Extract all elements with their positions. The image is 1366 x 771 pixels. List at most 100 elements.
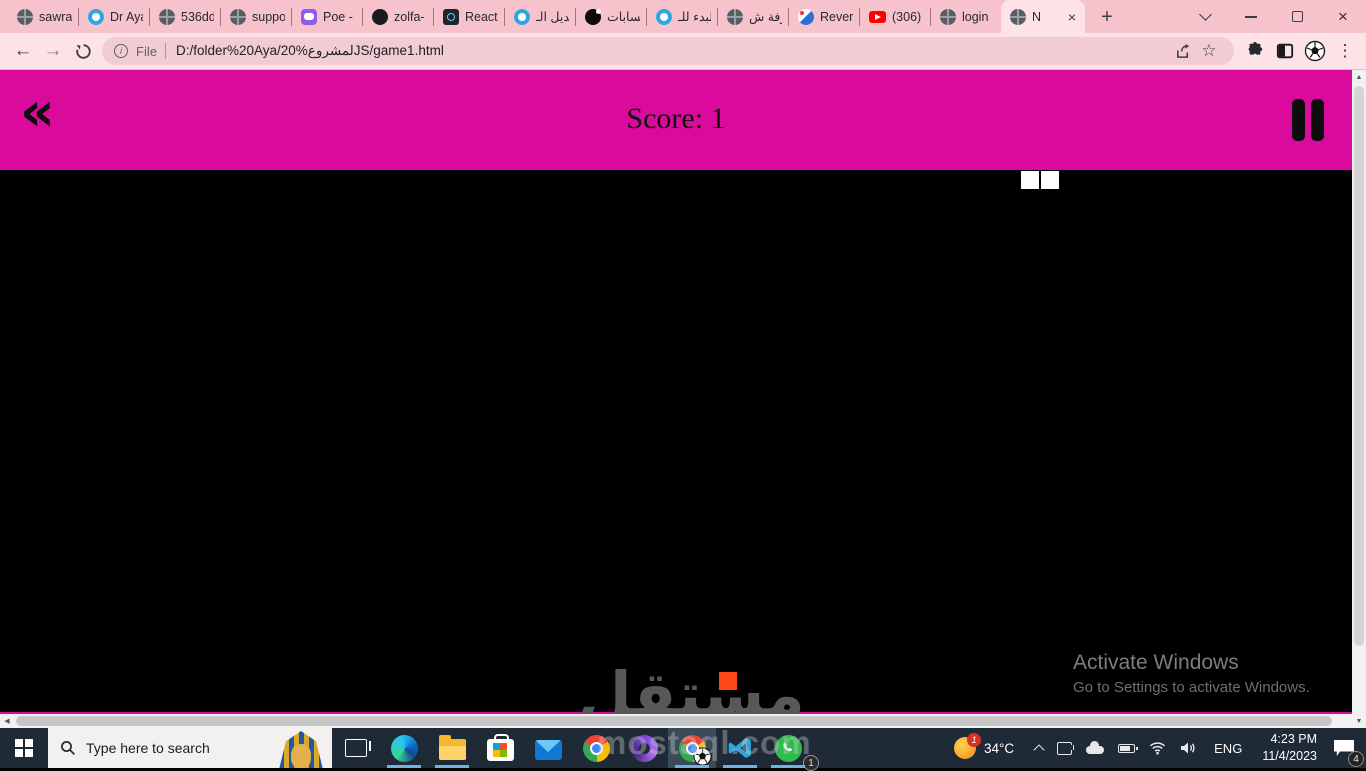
globe-favicon bbox=[1010, 8, 1026, 25]
reload-button[interactable] bbox=[68, 36, 98, 66]
taskbar-mail[interactable] bbox=[524, 728, 572, 768]
tab-label: zolfa- bbox=[394, 9, 425, 24]
tab-label: login bbox=[962, 9, 989, 24]
chevron-up-icon bbox=[1033, 743, 1045, 756]
tab-reverso[interactable]: Revers bbox=[789, 0, 859, 33]
tray-notifications[interactable]: 4 bbox=[1327, 728, 1366, 768]
tab-label: 536dd bbox=[181, 9, 214, 24]
tray-clock[interactable]: 4:23 PM 11/4/2023 bbox=[1252, 728, 1327, 768]
bookmark-button[interactable]: ☆ bbox=[1196, 38, 1222, 64]
tab-albad[interactable]: البدء للـ bbox=[647, 0, 717, 33]
close-icon: × bbox=[1338, 6, 1348, 26]
scroll-left-icon[interactable]: ◀ bbox=[0, 714, 14, 728]
scroll-down-icon[interactable]: ▼ bbox=[1352, 714, 1366, 728]
taskbar-chrome-active[interactable] bbox=[668, 728, 716, 768]
browser-toolbar: ← → i File D:/folder%20Aya/20%لمشروعJS/g… bbox=[0, 33, 1366, 70]
activate-line2: Go to Settings to activate Windows. bbox=[1073, 679, 1310, 696]
start-button[interactable] bbox=[0, 728, 48, 768]
tab-close-icon[interactable]: × bbox=[1065, 9, 1079, 25]
window-restore-button[interactable] bbox=[1274, 0, 1320, 33]
mail-icon bbox=[534, 740, 562, 760]
side-panel-icon bbox=[1276, 43, 1294, 59]
horizontal-scroll-thumb[interactable] bbox=[16, 716, 1332, 726]
restore-icon bbox=[1291, 8, 1308, 22]
back-button[interactable]: ← bbox=[8, 36, 38, 66]
minimize-icon bbox=[1245, 15, 1257, 18]
menu-button[interactable]: ⋮ bbox=[1330, 36, 1360, 66]
tray-volume[interactable] bbox=[1173, 728, 1204, 768]
activate-line1: Activate Windows bbox=[1073, 651, 1239, 674]
poe-favicon bbox=[301, 8, 317, 25]
speaker-icon bbox=[1181, 742, 1195, 754]
page-info-icon[interactable]: i bbox=[114, 44, 128, 58]
task-view-icon bbox=[345, 739, 371, 757]
new-tab-button[interactable]: + bbox=[1093, 3, 1121, 31]
share-button[interactable] bbox=[1170, 38, 1196, 64]
taskbar-edge[interactable] bbox=[380, 728, 428, 768]
horizontal-scrollbar[interactable]: ◀ bbox=[0, 714, 1352, 728]
scroll-up-icon[interactable]: ▲ bbox=[1352, 70, 1366, 84]
globe-favicon bbox=[17, 8, 33, 25]
tab-label: (306) bbox=[892, 9, 922, 24]
tray-show-hidden-icons[interactable] bbox=[1028, 728, 1050, 768]
pause-button[interactable] bbox=[1292, 99, 1324, 141]
window-minimize-button[interactable] bbox=[1228, 0, 1274, 33]
side-panel-button[interactable] bbox=[1270, 36, 1300, 66]
office-icon bbox=[630, 734, 658, 762]
tray-weather[interactable]: 1 34°C bbox=[947, 728, 1028, 768]
taskbar-whatsapp[interactable]: 1 bbox=[764, 728, 819, 771]
tab-label: N bbox=[1032, 9, 1042, 24]
tab-youtube[interactable]: (306) bbox=[860, 0, 930, 33]
tab-hisabat[interactable]: حسابات bbox=[576, 0, 646, 33]
taskbar-store[interactable] bbox=[476, 728, 524, 768]
tray-wifi[interactable] bbox=[1142, 728, 1173, 768]
tab-536dd[interactable]: 536dd bbox=[150, 0, 220, 33]
tray-tablet-button[interactable] bbox=[1050, 728, 1079, 768]
omnibox-divider bbox=[164, 43, 166, 59]
reverso-favicon bbox=[798, 8, 814, 25]
taskbar-spacer bbox=[812, 728, 947, 768]
tray-onedrive[interactable] bbox=[1079, 728, 1111, 768]
tab-poe[interactable]: Poe - bbox=[292, 0, 362, 33]
vertical-scrollbar[interactable]: ▲ ▼ bbox=[1352, 70, 1366, 728]
taskbar-file-explorer[interactable] bbox=[428, 728, 476, 768]
tab-label: Dr Aya bbox=[110, 9, 143, 24]
tab-dr-aya[interactable]: Dr Aya bbox=[79, 0, 149, 33]
chevron-down-icon bbox=[1198, 8, 1212, 21]
task-view-button[interactable] bbox=[332, 728, 380, 768]
tab-suppo[interactable]: suppo bbox=[221, 0, 291, 33]
tab-sawra[interactable]: sawra bbox=[8, 0, 78, 33]
tray-battery[interactable] bbox=[1111, 728, 1142, 768]
mostaql-watermark-arabic: مستقل bbox=[578, 658, 805, 714]
tab-react[interactable]: React bbox=[434, 0, 504, 33]
tab-zolfa[interactable]: zolfa- bbox=[363, 0, 433, 33]
clock-date: 11/4/2023 bbox=[1262, 749, 1317, 763]
window-close-button[interactable]: × bbox=[1320, 0, 1366, 33]
search-placeholder-text: Type here to search bbox=[86, 740, 210, 756]
tablet-icon bbox=[1057, 741, 1075, 755]
soccer-extension-button[interactable] bbox=[1300, 36, 1330, 66]
address-bar[interactable]: i File D:/folder%20Aya/20%لمشروعJS/game1… bbox=[102, 37, 1234, 65]
taskbar-chrome[interactable] bbox=[572, 728, 620, 768]
forward-button[interactable]: → bbox=[38, 36, 68, 66]
window-chevron-button[interactable] bbox=[1182, 0, 1228, 33]
extensions-button[interactable] bbox=[1240, 36, 1270, 66]
taskbar-vscode[interactable] bbox=[716, 728, 764, 768]
reload-icon bbox=[75, 43, 91, 59]
globe-favicon bbox=[159, 8, 175, 25]
taskbar-office[interactable] bbox=[620, 728, 668, 768]
tab-taadil[interactable]: تعديل الـ bbox=[505, 0, 575, 33]
temperature-label: 34°C bbox=[983, 740, 1015, 756]
url-text[interactable]: D:/folder%20Aya/20%لمشروعJS/game1.html bbox=[176, 43, 1170, 59]
vertical-scroll-thumb[interactable] bbox=[1354, 86, 1364, 646]
game-header: « Score: 1 bbox=[0, 70, 1352, 170]
tab-label: Poe - bbox=[323, 9, 353, 24]
tab-ghurfa[interactable]: غرفة ش bbox=[718, 0, 788, 33]
tray-language[interactable]: ENG bbox=[1204, 728, 1252, 768]
game-canvas[interactable]: مستقل Activate Windows Go to Settings to… bbox=[0, 170, 1352, 714]
file-scheme-label: File bbox=[136, 43, 157, 59]
tab-active-n[interactable]: N × bbox=[1001, 0, 1085, 33]
tab-login[interactable]: login bbox=[931, 0, 1001, 33]
tab-label: غرفة ش bbox=[749, 10, 782, 24]
taskbar-search-box[interactable]: Type here to search bbox=[48, 728, 332, 768]
